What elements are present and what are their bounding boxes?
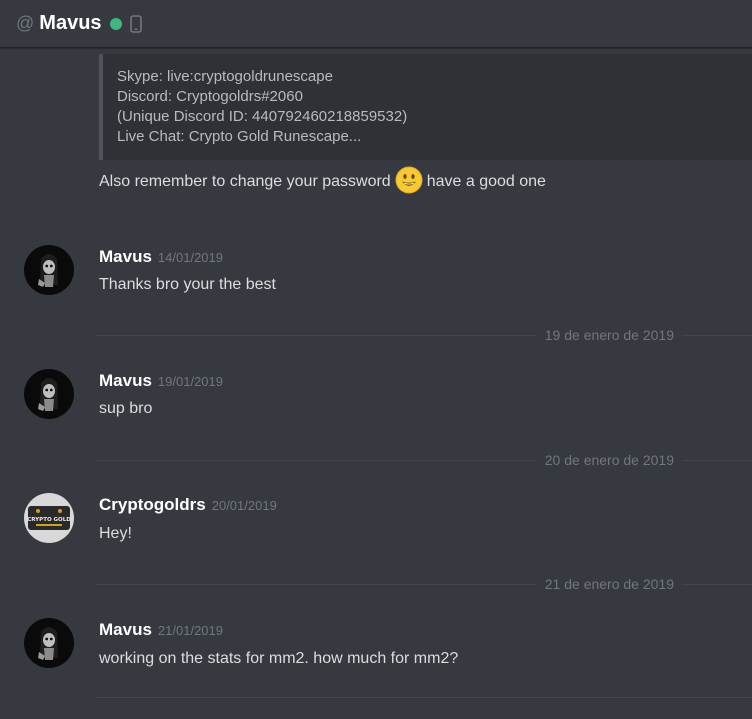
embed-line: Live Chat: Crypto Gold Runescape... xyxy=(117,128,362,145)
message-embed: Skype: live:cryptogoldrunescape Discord:… xyxy=(99,54,752,160)
divider-line xyxy=(96,459,537,461)
message-header: Mavus 21/01/2019 xyxy=(99,620,223,640)
message-text: working on the stats for mm2. how much f… xyxy=(99,650,459,667)
divider-line xyxy=(682,334,752,336)
message-timestamp: 19/01/2019 xyxy=(157,374,223,389)
divider-line xyxy=(682,583,752,585)
message-timestamp: 20/01/2019 xyxy=(211,498,277,513)
author-name[interactable]: Cryptogoldrs xyxy=(99,495,206,514)
message-text: Also remember to change your password xyxy=(99,173,391,191)
embed-line: Discord: Cryptogoldrs#2060 xyxy=(117,88,303,105)
message-header: Mavus 19/01/2019 xyxy=(99,371,223,391)
avatar[interactable]: CRYPTO GOLD xyxy=(24,493,74,543)
message-text: Hey! xyxy=(99,525,132,542)
avatar[interactable] xyxy=(24,369,74,419)
embed-line: (Unique Discord ID: 440792460218859532) xyxy=(117,108,408,125)
divider-line xyxy=(682,459,752,461)
date-divider: 19 de enero de 2019 xyxy=(96,325,752,345)
channel-header: @ Mavus xyxy=(0,0,752,48)
avatar[interactable] xyxy=(24,245,74,295)
message-text: have a good one xyxy=(426,173,546,191)
date-divider-label: 19 de enero de 2019 xyxy=(544,327,674,343)
date-divider-label: 21 de enero de 2019 xyxy=(544,576,674,592)
dm-username[interactable]: Mavus xyxy=(39,12,101,35)
message-list[interactable]: Skype: live:cryptogoldrunescape Discord:… xyxy=(0,49,752,719)
divider-line xyxy=(96,583,537,585)
author-name[interactable]: Mavus xyxy=(99,620,152,639)
online-status-icon xyxy=(109,17,122,30)
message-timestamp: 14/01/2019 xyxy=(157,250,223,265)
divider-line xyxy=(96,697,752,698)
message-text: Thanks bro your the best xyxy=(99,276,276,293)
message-text: sup bro xyxy=(99,400,153,417)
date-divider: 21 de enero de 2019 xyxy=(96,574,752,594)
avatar[interactable] xyxy=(24,618,74,668)
date-divider-label: 20 de enero de 2019 xyxy=(544,452,674,468)
date-divider: 20 de enero de 2019 xyxy=(96,450,752,470)
mobile-phone-icon xyxy=(129,14,142,33)
divider-line xyxy=(96,334,537,336)
message-timestamp: 21/01/2019 xyxy=(157,623,223,638)
at-icon: @ xyxy=(16,13,35,33)
message-continuation: Also remember to change your password ha… xyxy=(99,166,546,194)
embed-line: Skype: live:cryptogoldrunescape xyxy=(117,68,333,85)
author-name[interactable]: Mavus xyxy=(99,247,152,266)
author-name[interactable]: Mavus xyxy=(99,371,152,390)
message-header: Mavus 14/01/2019 xyxy=(99,247,223,267)
smiley-emoji-icon[interactable] xyxy=(395,166,423,194)
message-header: Cryptogoldrs 20/01/2019 xyxy=(99,495,277,515)
avatar-logo-text: CRYPTO GOLD xyxy=(27,517,71,523)
